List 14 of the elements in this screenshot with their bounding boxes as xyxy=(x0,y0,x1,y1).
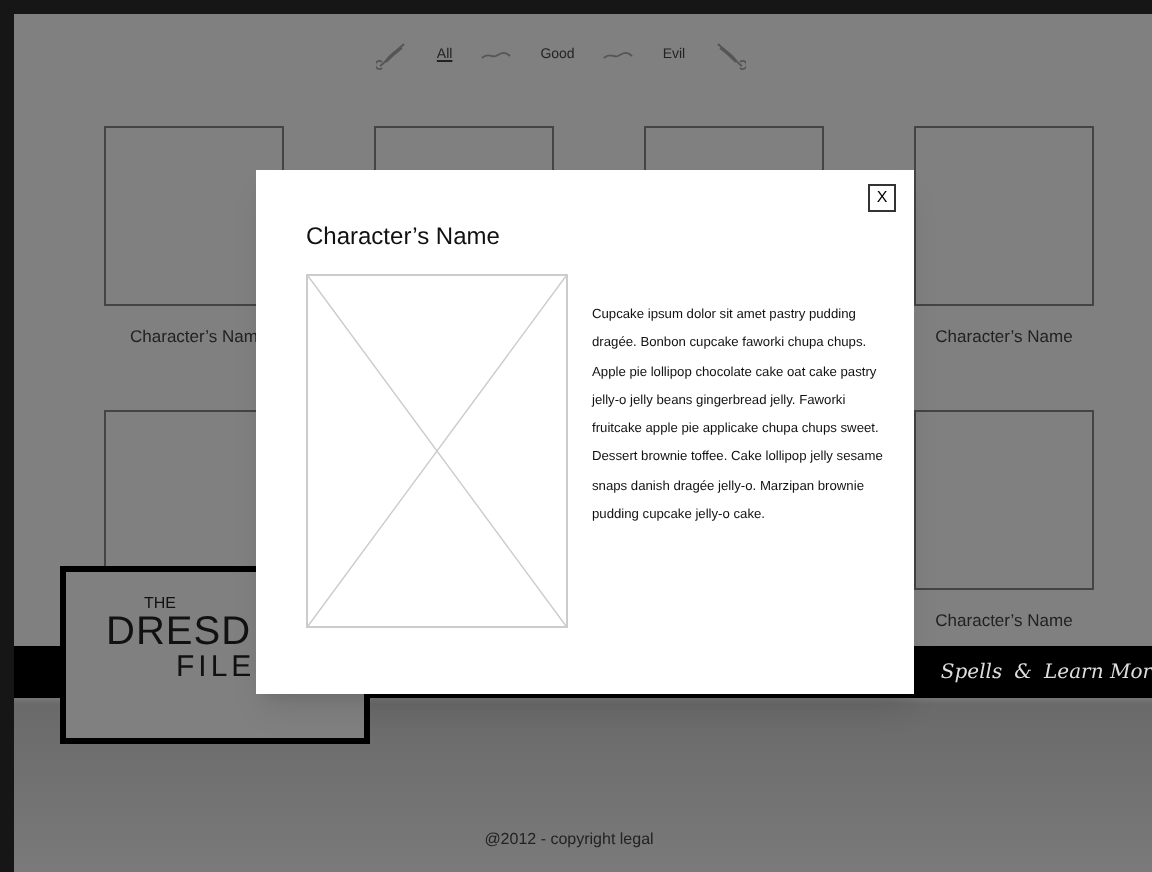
squiggle-icon xyxy=(602,50,635,62)
logo-text: FILE xyxy=(174,652,256,682)
flourish-icon xyxy=(713,42,746,70)
modal-title: Character’s Name xyxy=(306,220,500,254)
logo-text: DRESD xyxy=(106,612,252,652)
character-thumbnail[interactable] xyxy=(914,126,1094,306)
copyright-text: @2012 - copyright legal xyxy=(482,828,656,852)
nav-link[interactable]: Spells xyxy=(940,657,1003,687)
squiggle-icon xyxy=(480,50,513,62)
close-button[interactable]: X xyxy=(868,184,896,212)
logo-text: THE xyxy=(142,596,176,612)
character-thumbnail[interactable] xyxy=(914,410,1094,590)
nav-link[interactable]: & xyxy=(1014,657,1033,687)
flourish-icon xyxy=(376,42,409,70)
